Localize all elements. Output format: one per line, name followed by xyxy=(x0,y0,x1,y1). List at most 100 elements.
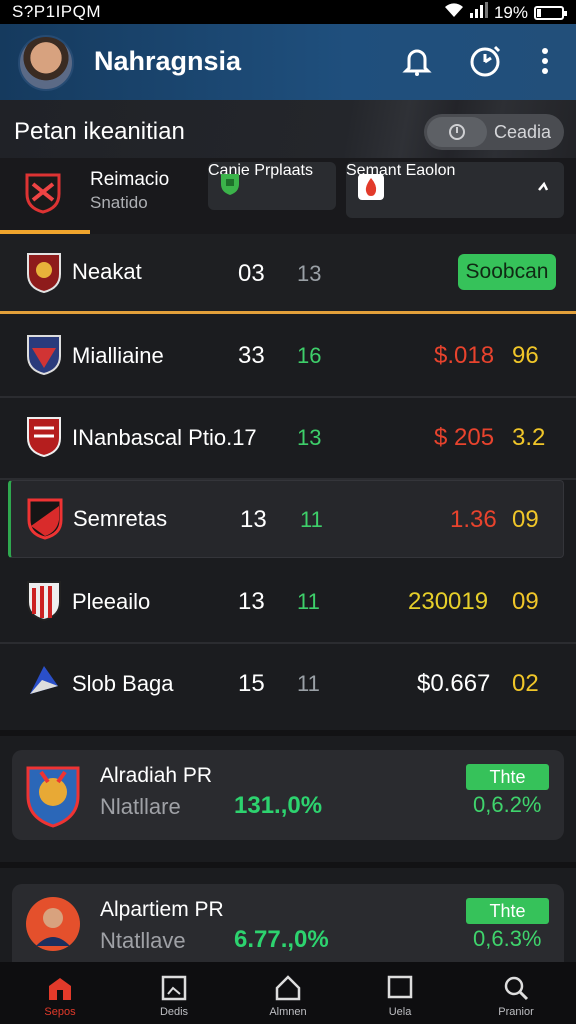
status-time: S?P1IPQM xyxy=(12,2,102,21)
toggle-label: Ceadia xyxy=(494,122,552,142)
header-name: Neakat xyxy=(72,259,142,284)
tab-1-title: Reimacio xyxy=(90,169,170,190)
row-name: Pleeailo xyxy=(72,589,151,614)
team-crest-icon xyxy=(26,334,62,376)
card-percent: 0,6.3% xyxy=(473,926,542,951)
toggle-knob[interactable] xyxy=(427,117,487,147)
nav-home[interactable]: Sepos xyxy=(20,962,100,1024)
nav-label: Sepos xyxy=(44,1006,76,1018)
signal-icon xyxy=(469,2,488,23)
row-value: $0.667 xyxy=(417,670,491,697)
tab-3[interactable]: Semant Eaolon xyxy=(346,162,564,218)
tab-2[interactable]: Canie Prplaats xyxy=(208,162,336,210)
square-icon xyxy=(387,975,413,999)
header-action-button[interactable]: Soobcan xyxy=(458,254,556,290)
team-crest-icon xyxy=(26,662,62,702)
flame-icon xyxy=(358,174,384,200)
tab-1[interactable]: Reimacio Snatido xyxy=(0,158,195,234)
row-n2: 11 xyxy=(297,589,320,614)
nav-pranior[interactable]: Pranior xyxy=(476,962,556,1024)
card-sub: Ntatllave xyxy=(100,928,186,953)
bottom-navigation: Sepos Dedis Almnen Uela Pranior xyxy=(0,962,576,1024)
battery-percent: 19% xyxy=(493,2,528,22)
row-value: $ 205 xyxy=(434,424,495,451)
row-n2: 16 xyxy=(297,343,322,368)
card-badge[interactable]: Thte xyxy=(466,764,549,790)
tab-2-sub: Prplaats xyxy=(254,162,313,179)
tab-strip: Reimacio Snatido Canie Prplaats Semant E… xyxy=(0,158,576,234)
team-crest-icon xyxy=(26,580,62,622)
row-value: 1.36 xyxy=(450,506,497,533)
card-value: 131.,0% xyxy=(234,792,323,819)
mascot-crest-icon xyxy=(24,762,82,833)
shield-icon xyxy=(219,172,241,201)
house-outline-icon xyxy=(275,975,301,1001)
view-toggle[interactable]: Ceadia xyxy=(424,114,564,150)
nav-label: Pranior xyxy=(498,1006,534,1018)
chevron-right-icon[interactable] xyxy=(536,178,550,201)
app-title: Nahragnsia xyxy=(94,46,242,76)
header-n1: 03 xyxy=(238,260,265,287)
app-bar: Nahragnsia xyxy=(0,24,576,100)
table-header-row[interactable]: Neakat 03 13 Soobcan xyxy=(0,234,576,312)
row-value: $.018 xyxy=(434,342,495,369)
row-name: INanbascal Ptio.17 xyxy=(72,425,257,450)
more-vert-icon[interactable] xyxy=(530,44,560,78)
section-gap xyxy=(0,862,576,868)
avatar[interactable] xyxy=(18,35,74,91)
row-name: Mialliaine xyxy=(72,343,164,368)
search-icon xyxy=(504,976,529,1001)
tab-3-sub: Eaolon xyxy=(405,162,456,179)
picture-icon xyxy=(161,975,187,1001)
table-row[interactable]: Pleeailo 13 11 230019 09 xyxy=(0,560,576,642)
row-n2: 11 xyxy=(300,507,323,532)
tab-1-sub: Snatido xyxy=(90,193,148,212)
home-icon xyxy=(49,978,71,1000)
player-avatar-icon xyxy=(24,894,82,965)
row-n1: 13 xyxy=(238,588,265,615)
nav-label: Almnen xyxy=(269,1006,307,1018)
section-gap xyxy=(0,730,576,736)
nav-dedis[interactable]: Dedis xyxy=(134,962,214,1024)
card-value: 6.77.,0% xyxy=(234,926,329,953)
team-crest-icon xyxy=(24,172,61,214)
nav-uela[interactable]: Uela xyxy=(360,962,440,1024)
table-row[interactable]: Mialliaine 33 16 $.018 96 xyxy=(0,314,576,396)
card-name: Alpartiem PR xyxy=(100,898,224,921)
battery-icon xyxy=(534,5,567,20)
row-n1: 33 xyxy=(238,342,265,369)
nav-almnen[interactable]: Almnen xyxy=(248,962,328,1024)
row-points: 09 xyxy=(512,588,539,615)
table-row[interactable]: Slob Baga 15 11 $0.667 02 xyxy=(0,642,576,724)
row-n2: 13 xyxy=(297,425,322,450)
team-crest-icon xyxy=(26,416,62,458)
row-points: 96 xyxy=(512,342,539,369)
card-percent: 0,6.2% xyxy=(473,792,542,817)
section-title: Petan ikeanitian xyxy=(14,118,185,145)
section-header: Petan ikeanitian Ceadia xyxy=(0,100,576,158)
card-badge[interactable]: Thte xyxy=(466,898,549,924)
row-n1: 13 xyxy=(240,506,267,533)
summary-card[interactable]: Alpartiem PR Ntatllave 6.77.,0% Thte 0,6… xyxy=(12,884,564,962)
card-name: Alradiah PR xyxy=(100,764,213,787)
card-sub: Nlatllare xyxy=(100,794,181,819)
row-n1: 15 xyxy=(238,670,265,697)
row-name: Semretas xyxy=(73,506,168,531)
table-row[interactable]: INanbascal Ptio.17 13 $ 205 3.2 xyxy=(0,396,576,478)
row-name: Slob Baga xyxy=(72,671,174,696)
row-n2: 11 xyxy=(297,671,320,696)
row-points: 3.2 xyxy=(512,424,546,451)
summary-card[interactable]: Alradiah PR Nlatllare 131.,0% Thte 0,6.2… xyxy=(12,750,564,840)
table-row-selected[interactable]: Semretas 13 11 1.36 09 xyxy=(8,480,564,558)
row-points: 09 xyxy=(512,506,539,533)
bell-icon[interactable] xyxy=(400,44,434,78)
clock-icon[interactable] xyxy=(468,44,502,78)
wifi-icon xyxy=(444,2,464,23)
status-bar: S?P1IPQM 19% xyxy=(0,0,576,24)
team-crest-icon xyxy=(26,252,62,294)
team-crest-icon xyxy=(27,498,63,540)
nav-label: Uela xyxy=(388,1006,412,1018)
row-points: 02 xyxy=(512,670,539,697)
row-value: 230019 xyxy=(408,588,489,615)
nav-label: Dedis xyxy=(159,1006,189,1018)
